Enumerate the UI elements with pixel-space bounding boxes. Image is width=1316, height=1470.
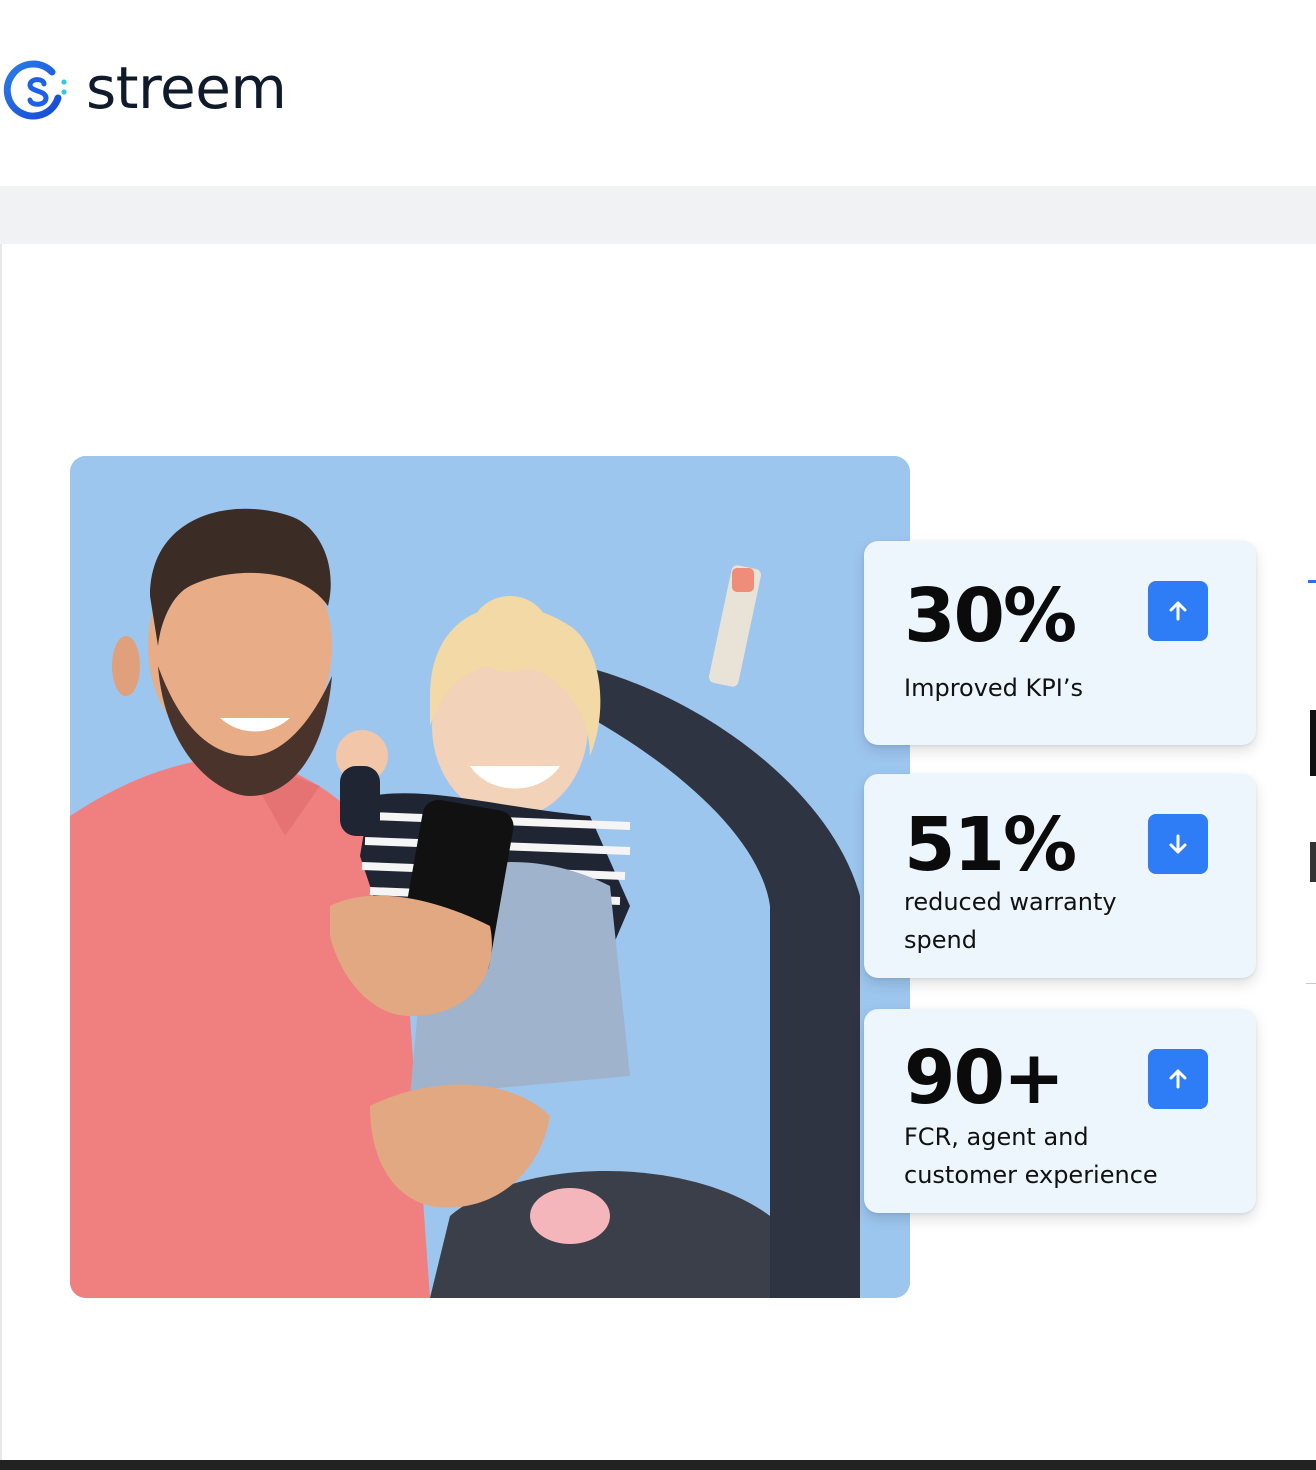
brand-name: streem <box>86 54 287 122</box>
stat-value: 30% <box>904 573 1077 659</box>
stat-card-fcr: 90+ FCR, agent and customer experience <box>864 1009 1256 1213</box>
stat-card-kpi: 30% Improved KPI’s <box>864 541 1256 745</box>
header-band <box>0 186 1316 244</box>
hero-image <box>70 456 910 1298</box>
stat-value: 51% <box>904 802 1077 888</box>
stat-label: Improved KPI’s <box>904 674 1083 702</box>
trend-up-button <box>1148 581 1208 641</box>
streem-logo-icon <box>3 60 67 120</box>
stat-label: reduced warranty spend <box>904 888 1117 954</box>
streem-logo[interactable]: streem <box>0 52 287 128</box>
site-header: streem <box>0 0 1316 186</box>
arrow-down-icon <box>1169 834 1187 854</box>
heading-fragment <box>1310 710 1316 776</box>
section-accent-line <box>1308 580 1316 583</box>
stat-value: 90+ <box>904 1035 1065 1121</box>
divider <box>1306 983 1316 984</box>
arrow-up-icon <box>1169 1069 1187 1089</box>
trend-down-button <box>1148 814 1208 874</box>
heading-fragment <box>1310 842 1316 882</box>
bottom-strip <box>0 1460 1316 1470</box>
stat-card-warranty: 51% reduced warranty spend <box>864 774 1256 978</box>
arrow-up-icon <box>1169 601 1187 621</box>
trend-up-button <box>1148 1049 1208 1109</box>
father-and-child-photo <box>70 456 910 1298</box>
stat-label: FCR, agent and customer experience <box>904 1123 1158 1189</box>
